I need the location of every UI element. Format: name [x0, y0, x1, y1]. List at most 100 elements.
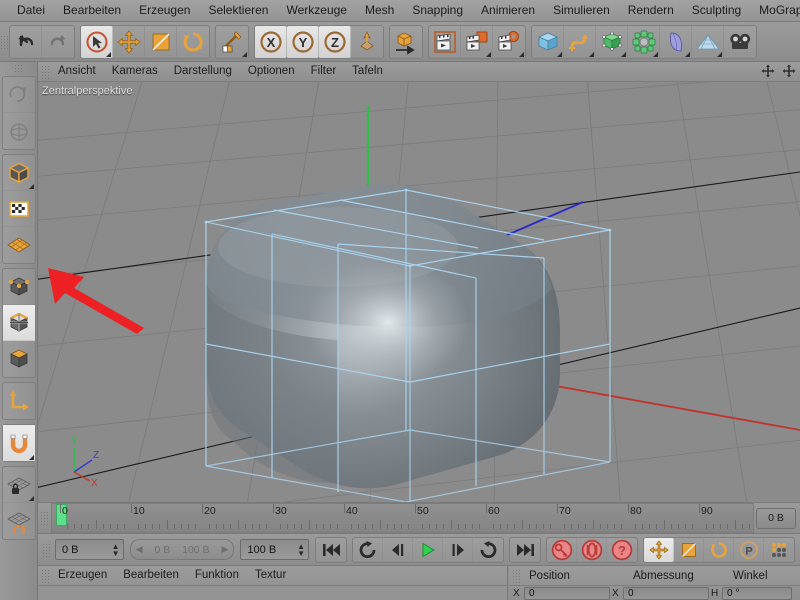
object-mode-button[interactable] — [2, 155, 35, 191]
polygon-mode-button[interactable] — [3, 341, 35, 377]
viewport-menu-filter[interactable]: Filter — [303, 62, 345, 81]
step-forward-button[interactable] — [443, 537, 474, 562]
make-editable-button[interactable] — [390, 26, 422, 58]
select-tool-flyout-arrow[interactable] — [106, 51, 111, 57]
coord-field-rotation-h[interactable]: 0 ° — [722, 586, 792, 600]
range-left-arrow[interactable]: ◀ — [136, 544, 143, 555]
render-settings-button[interactable] — [493, 26, 525, 58]
toolbar-gripper[interactable] — [0, 34, 9, 49]
undo-button[interactable] — [10, 25, 42, 58]
move-tool-button[interactable] — [113, 25, 145, 58]
render-settings-flyout-arrow[interactable] — [519, 51, 524, 57]
end-frame-field[interactable]: 100 B ▲ ▼ — [240, 539, 310, 560]
loop-button[interactable] — [353, 537, 384, 562]
modeling-axis-button[interactable] — [216, 26, 248, 58]
timeline-ruler[interactable]: 0102030405060708090100 — [51, 503, 754, 533]
subdivision-surface-flyout-arrow[interactable] — [621, 51, 626, 57]
keyframe-grid-button[interactable] — [764, 538, 794, 562]
lock-x-button[interactable]: X — [255, 25, 287, 58]
viewport-menu-optionen[interactable]: Optionen — [240, 62, 303, 81]
spline-button[interactable] — [564, 25, 596, 58]
floor-flyout-arrow[interactable] — [717, 51, 722, 57]
play-button[interactable] — [413, 537, 444, 562]
pan-icon[interactable] — [761, 64, 775, 83]
preview-range-slider[interactable]: ◀ 0 B 100 B ▶ — [129, 539, 235, 560]
autokey-button[interactable] — [577, 537, 608, 562]
record-param-button[interactable]: P — [734, 537, 765, 562]
redo-button[interactable] — [42, 26, 74, 58]
menu-item-erzeugen[interactable]: Erzeugen — [130, 0, 199, 21]
axis-modify-button[interactable] — [3, 383, 35, 419]
undo-view-button[interactable] — [2, 77, 35, 113]
keyframe-help-button[interactable]: ? — [607, 538, 637, 562]
viewport-menu-gripper[interactable] — [41, 64, 50, 79]
go-to-end-button[interactable] — [510, 538, 540, 562]
menu-item-rendern[interactable]: Rendern — [619, 0, 683, 21]
camera-button[interactable] — [724, 26, 756, 58]
object-mode-flyout-arrow[interactable] — [28, 184, 34, 189]
coord-field-size-x[interactable]: 0 — [623, 586, 709, 600]
viewport-menu-tafeln[interactable]: Tafeln — [344, 62, 391, 81]
timeline-gripper[interactable] — [40, 511, 49, 525]
floor-button[interactable] — [692, 25, 724, 58]
transport-gripper[interactable] — [42, 542, 51, 557]
current-frame-field[interactable]: 0 B ▲ ▼ — [55, 539, 124, 560]
record-rotation-button[interactable] — [704, 537, 735, 562]
material-menu-textur[interactable]: Textur — [247, 566, 294, 585]
step-back-button[interactable] — [383, 537, 414, 562]
lock-workplane-flyout-arrow[interactable] — [28, 496, 34, 501]
workplane-rotate-button[interactable] — [3, 503, 35, 539]
material-manager-list[interactable] — [38, 586, 507, 600]
coordinate-manager-gripper[interactable] — [512, 568, 521, 583]
modeling-axis-flyout-arrow[interactable] — [242, 51, 247, 57]
menu-item-mesh[interactable]: Mesh — [356, 0, 403, 21]
texture-mode-button[interactable] — [2, 191, 35, 227]
loop-back-button[interactable] — [473, 538, 503, 562]
material-menu-funktion[interactable]: Funktion — [187, 566, 247, 585]
current-frame-spinner[interactable]: ▲ ▼ — [112, 542, 120, 557]
menu-item-datei[interactable]: Datei — [8, 0, 54, 21]
range-right-arrow[interactable]: ▶ — [222, 544, 229, 555]
menu-item-werkzeuge[interactable]: Werkzeuge — [277, 0, 355, 21]
menu-item-simulieren[interactable]: Simulieren — [544, 0, 619, 21]
magnet-snap-button[interactable] — [2, 425, 35, 461]
lock-z-button[interactable]: Z — [319, 25, 351, 58]
record-scale-button[interactable] — [674, 537, 705, 562]
go-to-start-button[interactable] — [316, 538, 346, 562]
magnet-snap-flyout-arrow[interactable] — [28, 455, 34, 460]
dolly-icon[interactable] — [782, 64, 796, 83]
world-axis-button[interactable] — [351, 26, 383, 58]
lock-y-button[interactable]: Y — [287, 25, 319, 58]
viewport-menu-ansicht[interactable]: Ansicht — [50, 62, 104, 81]
viewport-menu-darstellung[interactable]: Darstellung — [166, 62, 240, 81]
viewport-menu-kameras[interactable]: Kameras — [104, 62, 166, 81]
deformer-button[interactable] — [660, 25, 692, 58]
primitive-cube-flyout-arrow[interactable] — [557, 51, 562, 57]
scale-tool-button[interactable] — [145, 25, 177, 58]
left-toolbar-gripper[interactable] — [14, 64, 23, 73]
point-mode-button[interactable] — [2, 269, 35, 305]
menu-item-sculpting[interactable]: Sculpting — [683, 0, 750, 21]
lock-workplane-button[interactable] — [2, 467, 35, 503]
record-key-button[interactable] — [547, 537, 578, 562]
workplane-mode-button[interactable] — [3, 227, 35, 263]
array-flyout-arrow[interactable] — [653, 51, 658, 57]
render-view-button[interactable] — [429, 25, 461, 58]
primitive-cube-button[interactable] — [532, 25, 564, 58]
material-manager-gripper[interactable] — [41, 568, 50, 583]
menu-item-bearbeiten[interactable]: Bearbeiten — [54, 0, 130, 21]
material-menu-erzeugen[interactable]: Erzeugen — [50, 566, 115, 585]
end-frame-spinner[interactable]: ▲ ▼ — [297, 542, 305, 557]
record-position-button[interactable] — [644, 537, 675, 562]
select-tool-button[interactable] — [81, 25, 113, 58]
subdivision-surface-button[interactable] — [596, 25, 628, 58]
world-grid-button[interactable] — [3, 113, 35, 149]
timeline-end-field[interactable]: 0 B — [756, 507, 796, 529]
coord-field-position-x[interactable]: 0 — [524, 586, 610, 600]
menu-item-mograph[interactable]: MoGraph — [750, 0, 800, 21]
rotate-tool-button[interactable] — [177, 26, 209, 58]
viewport-3d-canvas[interactable]: Zentralperspektive Y Z X — [38, 82, 800, 502]
menu-item-animieren[interactable]: Animieren — [472, 0, 544, 21]
deformer-flyout-arrow[interactable] — [685, 51, 690, 57]
menu-item-selektieren[interactable]: Selektieren — [199, 0, 277, 21]
